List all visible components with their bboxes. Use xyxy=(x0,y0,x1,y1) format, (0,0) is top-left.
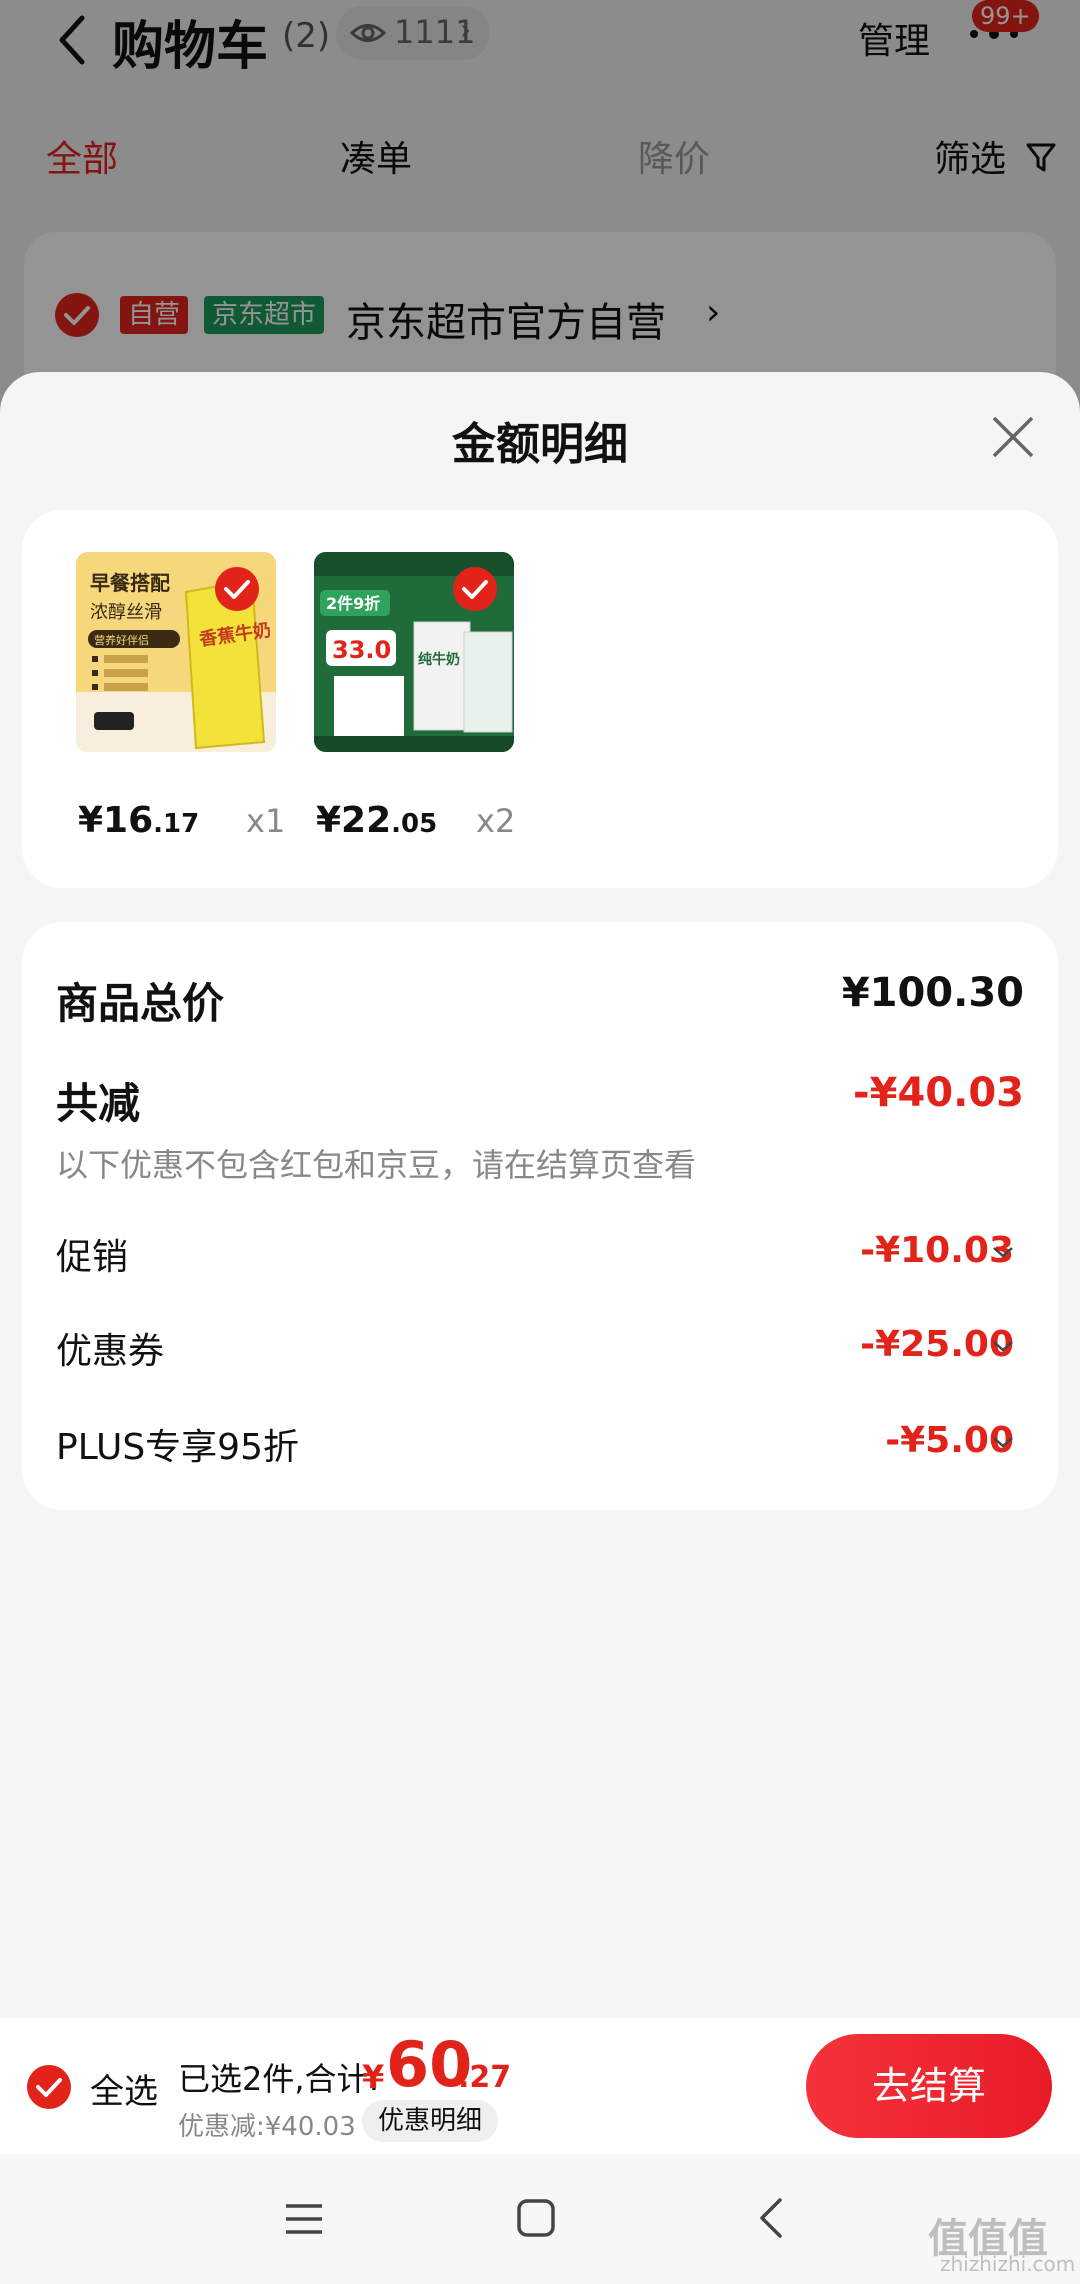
product2-check-icon[interactable] xyxy=(452,566,498,612)
total-price-label: 商品总价 xyxy=(56,979,225,1028)
overlay-dim[interactable] xyxy=(0,0,1080,400)
product1-text-1: 早餐搭配 xyxy=(90,571,170,595)
product1-price: ¥16.17 xyxy=(78,800,200,841)
product1-check-icon[interactable] xyxy=(214,566,260,612)
discount-summary: 优惠减:¥40.03 xyxy=(178,2112,356,2142)
product2-text-3: 纯牛奶 xyxy=(418,651,460,668)
home-icon[interactable] xyxy=(516,2198,556,2238)
product1-text-3: 营养好伴侣 xyxy=(94,633,149,647)
coupon-value[interactable]: -¥25.00 xyxy=(860,1324,1014,1365)
watermark-url: zhizhizhi.com xyxy=(940,2252,1076,2276)
total-reduce-value: -¥40.03 xyxy=(853,1070,1024,1116)
product1-text-2: 浓醇丝滑 xyxy=(90,602,162,623)
total-reduce-label: 共减 xyxy=(56,1079,141,1128)
total-amount-dec: .27 xyxy=(458,2060,512,2095)
plus-chevron-down-icon[interactable] xyxy=(992,1436,1014,1448)
product2-price: ¥22.05 xyxy=(316,800,438,841)
promo-chevron-down-icon[interactable] xyxy=(992,1246,1014,1258)
total-currency: ¥ xyxy=(362,2058,385,2096)
coupon-chevron-down-icon[interactable] xyxy=(992,1340,1014,1352)
coupon-label: 优惠券 xyxy=(56,1331,165,1372)
discount-note: 以下优惠不包含红包和京豆，请在结算页查看 xyxy=(56,1146,697,1184)
checkout-button[interactable]: 去结算 xyxy=(806,2034,1052,2138)
product1-qty: x1 xyxy=(246,802,286,840)
nav-back-icon[interactable] xyxy=(756,2196,786,2240)
recent-apps-icon[interactable] xyxy=(284,2202,324,2236)
product2-text-1: 2件9折 xyxy=(326,594,380,613)
promo-value[interactable]: -¥10.03 xyxy=(860,1230,1014,1271)
selected-summary: 已选2件,合计: xyxy=(178,2060,380,2098)
plus-discount-label: PLUS专享95折 xyxy=(56,1427,299,1468)
select-all-label[interactable]: 全选 xyxy=(90,2064,158,2113)
promo-label: 促销 xyxy=(56,1237,129,1278)
select-all-check-icon[interactable] xyxy=(26,2064,72,2110)
discount-detail-button[interactable]: 优惠明细 xyxy=(362,2100,499,2142)
product2-qty: x2 xyxy=(476,802,516,840)
sheet-title: 金额明细 xyxy=(452,419,628,470)
total-price-value: ¥100.30 xyxy=(841,970,1024,1016)
product2-text-2: 33.0 xyxy=(332,636,391,664)
close-icon[interactable] xyxy=(990,414,1036,460)
